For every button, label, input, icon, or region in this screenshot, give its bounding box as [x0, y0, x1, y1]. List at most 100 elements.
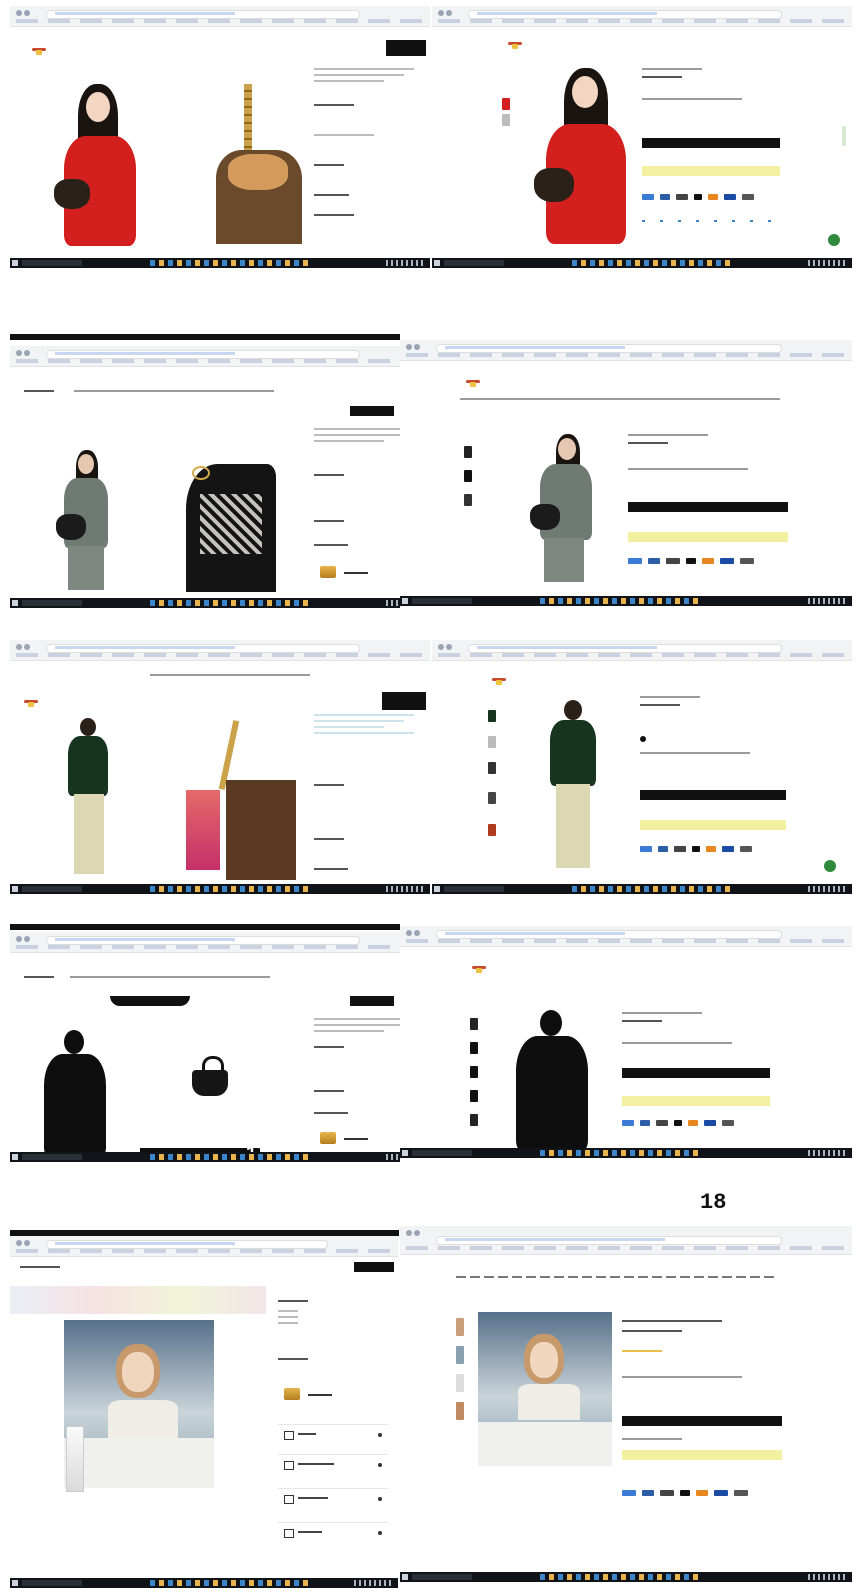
scrollbar[interactable]: [842, 126, 846, 146]
system-tray: [808, 1150, 848, 1156]
place-in-cart-button[interactable]: [640, 790, 786, 800]
accordion-item[interactable]: [278, 1488, 388, 1509]
taskbar-search[interactable]: [444, 886, 504, 892]
taskbar-apps[interactable]: [150, 1580, 310, 1586]
taskbar-apps[interactable]: [540, 1150, 700, 1156]
windows-start-icon[interactable]: [402, 1574, 408, 1580]
windows-start-icon[interactable]: [12, 886, 18, 892]
payment-logos: [622, 1120, 770, 1127]
thumbnail[interactable]: [464, 494, 472, 506]
windows-start-icon[interactable]: [12, 600, 18, 606]
place-in-cart-button[interactable]: [628, 502, 788, 512]
taskbar-apps[interactable]: [540, 598, 700, 604]
paypal-button[interactable]: [628, 532, 788, 542]
brand-logo[interactable]: [32, 46, 46, 55]
taskbar-apps[interactable]: [150, 1154, 310, 1160]
address-bar[interactable]: [46, 644, 360, 653]
brand-logo[interactable]: [466, 378, 480, 387]
thumbnail[interactable]: [470, 1018, 478, 1030]
bookmarks-bar: [406, 939, 846, 943]
system-tray: [386, 886, 426, 892]
add-to-cart-button[interactable]: [382, 692, 426, 710]
product-closeup-image: [216, 84, 306, 244]
place-in-cart-button[interactable]: [622, 1416, 782, 1426]
address-bar[interactable]: [436, 930, 782, 939]
taskbar-search[interactable]: [22, 886, 82, 892]
thumbnail[interactable]: [464, 470, 472, 482]
thumbnail[interactable]: [456, 1318, 464, 1336]
product-closeup-image: [186, 450, 276, 592]
thumbnail[interactable]: [502, 114, 510, 126]
add-to-cart-button[interactable]: [350, 996, 394, 1006]
bookmarks-bar: [438, 19, 846, 23]
windows-start-icon[interactable]: [12, 1154, 18, 1160]
thumbnail[interactable]: [488, 736, 496, 748]
windows-start-icon[interactable]: [12, 260, 18, 266]
brand-logo[interactable]: [472, 964, 486, 973]
paypal-button[interactable]: [642, 166, 780, 176]
address-bar[interactable]: [46, 936, 360, 945]
taskbar-search[interactable]: [412, 1150, 472, 1156]
thumbnail[interactable]: [470, 1066, 478, 1078]
chat-icon[interactable]: [824, 860, 836, 872]
screenshot-pair-1: [0, 6, 859, 276]
brand-logo[interactable]: [492, 676, 506, 685]
windows-start-icon[interactable]: [434, 886, 440, 892]
windows-start-icon[interactable]: [434, 260, 440, 266]
taskbar-apps[interactable]: [572, 886, 732, 892]
bookmarks-bar: [16, 359, 424, 363]
thumbnail[interactable]: [456, 1402, 464, 1420]
taskbar-search[interactable]: [412, 598, 472, 604]
address-bar[interactable]: [436, 344, 782, 353]
address-bar[interactable]: [46, 350, 360, 359]
taskbar-search[interactable]: [22, 1580, 82, 1586]
taskbar-apps[interactable]: [150, 886, 310, 892]
windows-taskbar: [400, 1572, 852, 1582]
taskbar-search[interactable]: [444, 260, 504, 266]
windows-start-icon[interactable]: [402, 598, 408, 604]
thumbnail[interactable]: [488, 824, 496, 836]
thumbnail[interactable]: [488, 792, 496, 804]
brand-logo[interactable]: [508, 40, 522, 49]
gift-box-icon: [320, 1132, 336, 1144]
taskbar-search[interactable]: [22, 1154, 82, 1160]
accordion-item[interactable]: [278, 1522, 388, 1543]
taskbar-search[interactable]: [412, 1574, 472, 1580]
brand-logo[interactable]: [24, 698, 38, 707]
taskbar-search[interactable]: [22, 600, 82, 606]
add-to-cart-button[interactable]: [350, 406, 394, 416]
paypal-button[interactable]: [640, 820, 786, 830]
thumbnail[interactable]: [470, 1042, 478, 1054]
taskbar-apps[interactable]: [572, 260, 732, 266]
address-bar[interactable]: [46, 10, 360, 19]
thumbnail[interactable]: [488, 710, 496, 722]
thumbnail[interactable]: [502, 98, 510, 110]
taskbar-apps[interactable]: [150, 260, 310, 266]
paypal-button[interactable]: [622, 1450, 782, 1460]
taskbar-apps[interactable]: [540, 1574, 700, 1580]
chat-icon[interactable]: [828, 234, 840, 246]
accordion-item[interactable]: [278, 1454, 388, 1475]
place-in-cart-button[interactable]: [642, 138, 780, 148]
thumbnail[interactable]: [456, 1346, 464, 1364]
payment-logos: [628, 558, 788, 565]
thumbnail[interactable]: [488, 762, 496, 774]
taskbar-apps[interactable]: [150, 600, 310, 606]
thumbnail[interactable]: [456, 1374, 464, 1392]
thumbnail[interactable]: [470, 1090, 478, 1102]
place-in-cart-button[interactable]: [622, 1068, 770, 1078]
taskbar-search[interactable]: [22, 260, 82, 266]
address-bar[interactable]: [436, 1236, 782, 1245]
paypal-button[interactable]: [622, 1096, 770, 1106]
add-to-cart-button[interactable]: [386, 40, 426, 56]
browser-chrome: [10, 1236, 398, 1257]
add-to-cart-button[interactable]: [354, 1262, 394, 1272]
windows-start-icon[interactable]: [402, 1150, 408, 1156]
address-bar[interactable]: [468, 644, 782, 653]
thumbnail[interactable]: [470, 1114, 478, 1126]
address-bar[interactable]: [468, 10, 782, 19]
thumbnail[interactable]: [464, 446, 472, 458]
accordion-item[interactable]: [278, 1424, 388, 1445]
windows-start-icon[interactable]: [12, 1580, 18, 1586]
address-bar[interactable]: [46, 1240, 328, 1249]
